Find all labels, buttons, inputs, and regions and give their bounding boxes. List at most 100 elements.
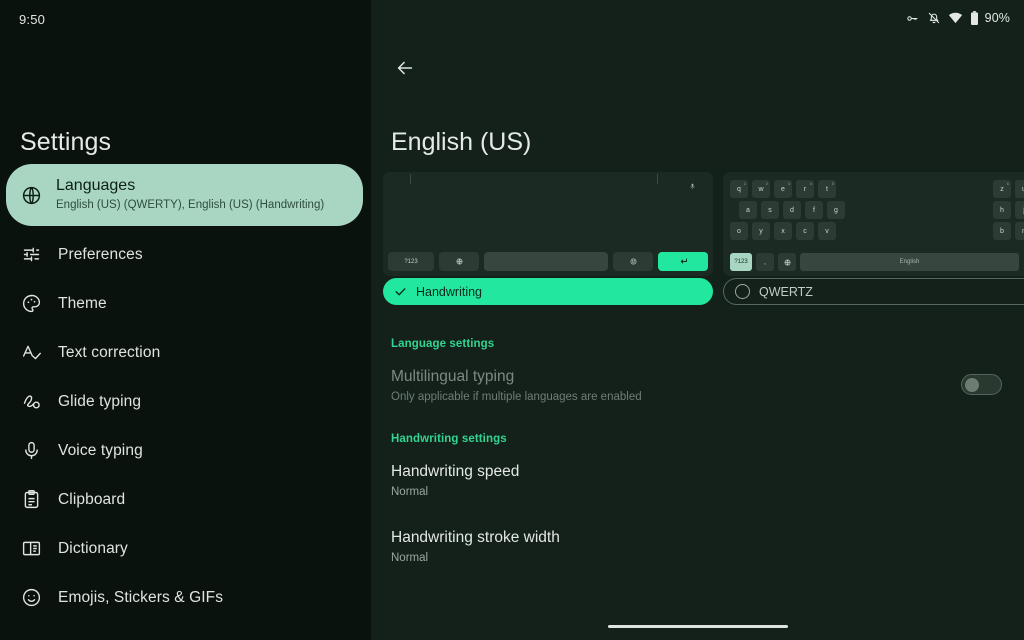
qwertz-preview-card[interactable]: 1q 2w 3e 4r 5t a s d f g o y x c v 6 z h… bbox=[723, 172, 1024, 276]
space-key[interactable] bbox=[484, 252, 608, 271]
sidebar: 9:50 Settings Languages English (US) (QW… bbox=[0, 0, 371, 640]
sidebar-item-voice-typing[interactable]: Voice typing bbox=[0, 426, 371, 475]
key-v[interactable]: v bbox=[818, 222, 836, 240]
row-handwriting-speed[interactable]: Handwriting speed Normal bbox=[391, 463, 519, 498]
chip-label: QWERTZ bbox=[759, 284, 813, 299]
microphone-icon bbox=[18, 438, 44, 464]
key-x[interactable]: x bbox=[774, 222, 792, 240]
microphone-icon bbox=[689, 178, 696, 196]
sidebar-title: Settings bbox=[20, 128, 112, 156]
wifi-icon bbox=[948, 12, 963, 24]
handwriting-bottom-key-row: ?123 bbox=[388, 252, 708, 271]
sidebar-item-label: Clipboard bbox=[58, 490, 126, 508]
qwertz-bottom-key-row: ?123 , English . bbox=[730, 253, 1024, 271]
key-z[interactable]: 6z bbox=[993, 180, 1011, 198]
sidebar-item-sublabel: English (US) (QWERTY), English (US) (Han… bbox=[56, 198, 325, 211]
shift-key[interactable]: o bbox=[730, 222, 748, 240]
gesture-navigation-bar[interactable] bbox=[607, 625, 788, 628]
preview-divider bbox=[657, 174, 658, 184]
status-bar-clock: 9:50 bbox=[19, 12, 46, 27]
sidebar-item-languages[interactable]: Languages English (US) (QWERTY), English… bbox=[6, 164, 363, 226]
handwriting-preview-card[interactable]: ?123 bbox=[383, 172, 713, 276]
tune-icon bbox=[18, 242, 44, 268]
status-bar-indicators: 90% bbox=[905, 11, 1010, 25]
key-r[interactable]: 4r bbox=[796, 180, 814, 198]
sidebar-item-label: Theme bbox=[58, 294, 107, 312]
layout-option-qwertz[interactable]: 1q 2w 3e 4r 5t a s d f g o y x c v 6 z h… bbox=[723, 172, 1024, 276]
layout-preview-row: ?123 1 q 2 w 3 e 4 r 5 t a s d f g o y x… bbox=[383, 172, 1024, 276]
key-w[interactable]: 2w bbox=[752, 180, 770, 198]
sidebar-item-label: Languages bbox=[56, 176, 136, 194]
key-e[interactable]: 3e bbox=[774, 180, 792, 198]
sidebar-nav: Languages English (US) (QWERTY), English… bbox=[0, 164, 371, 622]
emoji-key[interactable] bbox=[613, 252, 653, 271]
symbols-key[interactable]: ?123 bbox=[388, 252, 434, 271]
sidebar-item-clipboard[interactable]: Clipboard bbox=[0, 475, 371, 524]
chip-qwertz[interactable]: QWERTZ bbox=[723, 278, 1024, 305]
key-t[interactable]: 5t bbox=[818, 180, 836, 198]
key-n[interactable]: n bbox=[1015, 222, 1024, 240]
row-title: Handwriting stroke width bbox=[391, 529, 560, 546]
key-q[interactable]: 1q bbox=[730, 180, 748, 198]
book-icon bbox=[18, 536, 44, 562]
key-h[interactable]: h bbox=[993, 201, 1011, 219]
qwertz-row: a s d f g bbox=[739, 201, 845, 219]
key-u[interactable]: 7u bbox=[1015, 180, 1024, 198]
row-handwriting-stroke-width[interactable]: Handwriting stroke width Normal bbox=[391, 529, 560, 564]
key-c[interactable]: c bbox=[796, 222, 814, 240]
toggle-knob bbox=[965, 378, 979, 392]
globe-key[interactable] bbox=[439, 252, 479, 271]
sidebar-item-label: Glide typing bbox=[58, 392, 142, 410]
qwertz-row: o y x c v bbox=[730, 222, 845, 240]
sidebar-item-theme[interactable]: Theme bbox=[0, 279, 371, 328]
page-title: English (US) bbox=[391, 128, 532, 156]
space-key[interactable]: English bbox=[800, 253, 1019, 271]
sidebar-item-label: Dictionary bbox=[58, 539, 128, 557]
comma-key[interactable]: , bbox=[756, 253, 774, 271]
row-subtitle: Normal bbox=[391, 552, 429, 564]
qwertz-row: h j k l bbox=[993, 201, 1024, 219]
vpn-key-icon bbox=[905, 12, 920, 25]
clipboard-icon bbox=[18, 487, 44, 513]
battery-percent-label: 90% bbox=[984, 11, 1010, 25]
enter-key[interactable] bbox=[658, 252, 708, 271]
qwertz-left-half: 1q 2w 3e 4r 5t a s d f g o y x c v bbox=[730, 180, 845, 243]
sidebar-item-label: Voice typing bbox=[58, 441, 143, 459]
gesture-icon bbox=[18, 389, 44, 415]
key-s[interactable]: s bbox=[761, 201, 779, 219]
chip-label: Handwriting bbox=[416, 284, 483, 299]
section-heading-language-settings: Language settings bbox=[391, 338, 495, 350]
app-window: 9:50 Settings Languages English (US) (QW… bbox=[0, 0, 1024, 640]
qwertz-row: 1q 2w 3e 4r 5t bbox=[730, 180, 845, 198]
main-panel: 90% English (US) ?123 1 q 2 w 3 e 4 r 5 … bbox=[371, 0, 1024, 640]
back-button[interactable] bbox=[389, 54, 421, 86]
row-title: Multilingual typing bbox=[391, 368, 515, 385]
chip-handwriting[interactable]: Handwriting bbox=[383, 278, 713, 305]
sidebar-item-text-correction[interactable]: Text correction bbox=[0, 328, 371, 377]
sidebar-item-emojis-stickers-gifs[interactable]: Emojis, Stickers & GIFs bbox=[0, 573, 371, 622]
check-icon bbox=[394, 285, 407, 298]
sidebar-item-preferences[interactable]: Preferences bbox=[0, 230, 371, 279]
sidebar-item-label: Text correction bbox=[58, 343, 161, 361]
sidebar-item-dictionary[interactable]: Dictionary bbox=[0, 524, 371, 573]
preview-divider bbox=[410, 174, 411, 184]
layout-option-handwriting[interactable]: ?123 bbox=[383, 172, 713, 276]
spellcheck-icon bbox=[18, 340, 44, 366]
globe-icon bbox=[18, 182, 44, 208]
row-multilingual-typing[interactable]: Multilingual typing Only applicable if m… bbox=[391, 368, 642, 403]
key-y[interactable]: y bbox=[752, 222, 770, 240]
section-heading-handwriting-settings: Handwriting settings bbox=[391, 433, 507, 445]
key-d[interactable]: d bbox=[783, 201, 801, 219]
key-j[interactable]: j bbox=[1015, 201, 1024, 219]
key-f[interactable]: f bbox=[805, 201, 823, 219]
key-b[interactable]: b bbox=[993, 222, 1011, 240]
notifications-muted-icon bbox=[927, 11, 941, 25]
row-subtitle: Normal bbox=[391, 486, 429, 498]
sidebar-item-glide-typing[interactable]: Glide typing bbox=[0, 377, 371, 426]
key-g[interactable]: g bbox=[827, 201, 845, 219]
row-title: Handwriting speed bbox=[391, 463, 520, 480]
symbols-key[interactable]: ?123 bbox=[730, 253, 752, 271]
globe-key[interactable] bbox=[778, 253, 796, 271]
multilingual-typing-toggle[interactable] bbox=[961, 374, 1002, 395]
key-a[interactable]: a bbox=[739, 201, 757, 219]
